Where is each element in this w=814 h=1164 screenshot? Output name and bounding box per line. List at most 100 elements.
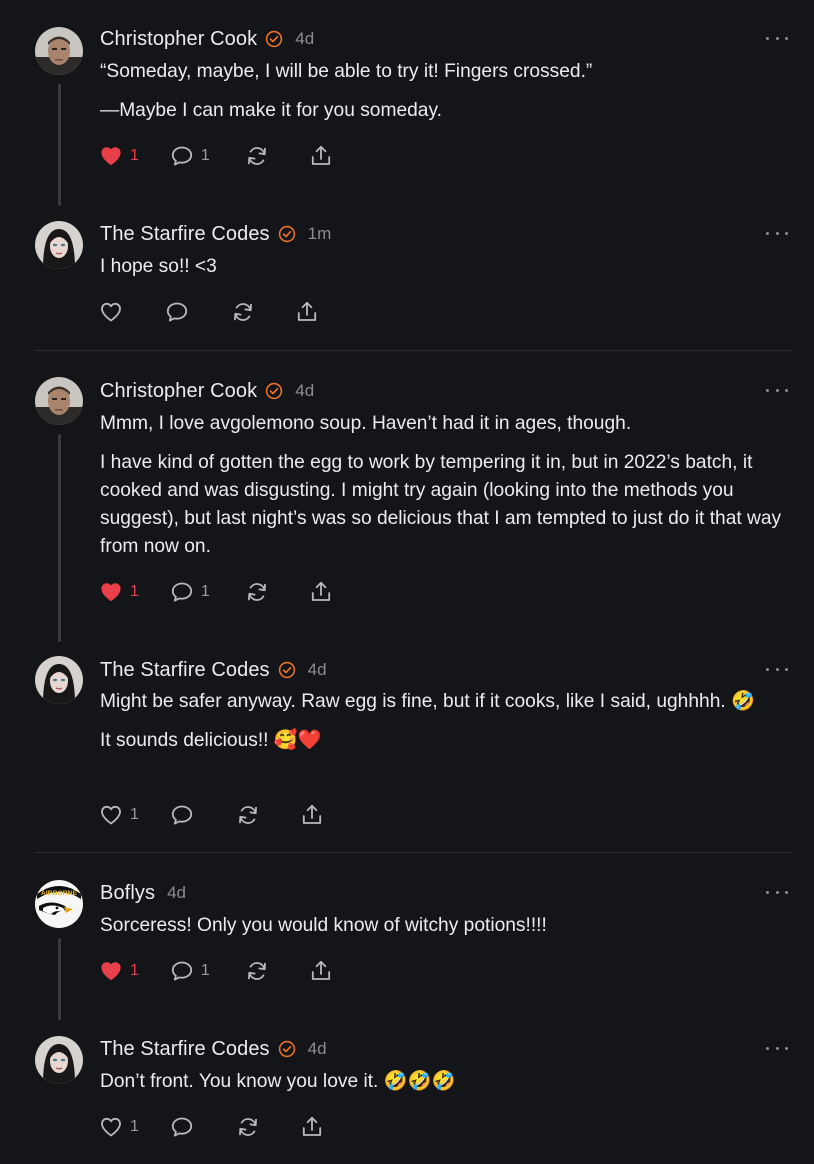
like-button[interactable]: 1: [98, 801, 139, 829]
restack-button[interactable]: [244, 957, 270, 985]
reply-button[interactable]: [169, 1113, 195, 1141]
comment-body: “Someday, maybe, I will be able to try i…: [100, 58, 790, 136]
author-name[interactable]: Christopher Cook: [100, 28, 257, 51]
more-options-icon[interactable]: [766, 663, 788, 675]
heart-filled-icon: [98, 143, 124, 169]
comment-header: The Starfire Codes 4d: [100, 658, 327, 682]
restack-icon: [235, 1114, 261, 1140]
reply-button[interactable]: 1: [169, 957, 210, 985]
reply-count: 1: [200, 147, 210, 164]
verified-badge-icon: [278, 661, 296, 679]
verified-badge-icon: [265, 30, 283, 48]
thread-divider: [35, 852, 793, 853]
author-name[interactable]: The Starfire Codes: [100, 1038, 270, 1061]
more-options-icon[interactable]: [766, 32, 788, 44]
comment-header: Christopher Cook 4d: [100, 27, 314, 51]
reply-button[interactable]: [164, 298, 190, 326]
heart-icon: [98, 299, 124, 325]
comment-paragraph: It sounds delicious!! 🥰❤️: [100, 730, 322, 751]
avatar[interactable]: [35, 221, 83, 269]
like-button[interactable]: 1: [98, 142, 139, 170]
comment-body: Mmm, I love avgolemono soup. Haven’t had…: [100, 410, 790, 572]
author-name[interactable]: The Starfire Codes: [100, 223, 270, 246]
author-name[interactable]: Boflys: [100, 882, 155, 905]
avatar[interactable]: AIRBORNE: [35, 880, 83, 928]
restack-button[interactable]: [230, 298, 256, 326]
like-button[interactable]: [98, 298, 124, 326]
like-count: 1: [130, 583, 139, 600]
comment-bubble-icon: [169, 802, 195, 828]
share-button[interactable]: [299, 1113, 325, 1141]
timestamp[interactable]: 4d: [295, 381, 314, 401]
restack-icon: [244, 958, 270, 984]
thread-divider: [35, 350, 793, 351]
avatar[interactable]: [35, 377, 83, 425]
timestamp[interactable]: 1m: [308, 224, 332, 244]
timestamp[interactable]: 4d: [308, 660, 327, 680]
restack-icon: [244, 579, 270, 605]
comment-bubble-icon: [169, 958, 195, 984]
action-bar: 1: [98, 801, 361, 829]
author-name[interactable]: Christopher Cook: [100, 380, 257, 403]
share-icon: [308, 143, 334, 169]
action-bar: 11: [98, 957, 370, 985]
like-button[interactable]: 1: [98, 957, 139, 985]
timestamp[interactable]: 4d: [167, 883, 186, 903]
thread-line: [58, 434, 61, 642]
reply-count: 1: [200, 962, 210, 979]
restack-button[interactable]: [244, 142, 270, 170]
restack-button[interactable]: [235, 1113, 261, 1141]
share-button[interactable]: [308, 142, 334, 170]
share-icon: [299, 1114, 325, 1140]
comment-bubble-icon: [164, 299, 190, 325]
restack-icon: [230, 299, 256, 325]
comment-header: Boflys 4d: [100, 881, 186, 905]
timestamp[interactable]: 4d: [295, 29, 314, 49]
more-options-icon[interactable]: [766, 227, 788, 239]
more-options-icon[interactable]: [766, 886, 788, 898]
avatar[interactable]: [35, 656, 83, 704]
like-count: 1: [130, 962, 139, 979]
more-options-icon[interactable]: [766, 1042, 788, 1054]
comment-paragraph: Mmm, I love avgolemono soup. Haven’t had…: [100, 413, 632, 434]
more-options-icon[interactable]: [766, 384, 788, 396]
like-count: 1: [130, 806, 139, 823]
share-button[interactable]: [299, 801, 325, 829]
reply-button[interactable]: 1: [169, 578, 210, 606]
timestamp[interactable]: 4d: [308, 1039, 327, 1059]
verified-badge-icon: [278, 225, 296, 243]
like-button[interactable]: 1: [98, 578, 139, 606]
reply-button[interactable]: [169, 801, 195, 829]
avatar[interactable]: [35, 27, 83, 75]
restack-button[interactable]: [244, 578, 270, 606]
comment-bubble-icon: [169, 143, 195, 169]
comment-bubble-icon: [169, 579, 195, 605]
heart-icon: [98, 802, 124, 828]
avatar[interactable]: [35, 1036, 83, 1084]
comment-paragraph: I have kind of gotten the egg to work by…: [100, 452, 782, 557]
comment-header: The Starfire Codes 4d: [100, 1037, 327, 1061]
action-bar: 11: [98, 578, 370, 606]
heart-filled-icon: [98, 579, 124, 605]
share-button[interactable]: [308, 578, 334, 606]
reply-count: 1: [200, 583, 210, 600]
restack-button[interactable]: [235, 801, 261, 829]
reply-button[interactable]: 1: [169, 142, 210, 170]
comment-paragraph: Might be safer anyway. Raw egg is fine, …: [100, 691, 755, 712]
like-count: 1: [130, 147, 139, 164]
share-icon: [308, 579, 334, 605]
comment-paragraph: Sorceress! Only you would know of witchy…: [100, 915, 547, 936]
comment-body: I hope so!! <3: [100, 253, 790, 292]
like-button[interactable]: 1: [98, 1113, 139, 1141]
author-name[interactable]: The Starfire Codes: [100, 659, 270, 682]
comment-header: The Starfire Codes 1m: [100, 222, 331, 246]
heart-icon: [98, 1114, 124, 1140]
share-icon: [299, 802, 325, 828]
comment-paragraph: —Maybe I can make it for you someday.: [100, 100, 442, 121]
share-button[interactable]: [308, 957, 334, 985]
share-button[interactable]: [294, 298, 320, 326]
comment-paragraph: Don’t front. You know you love it. 🤣🤣🤣: [100, 1071, 456, 1092]
like-count: 1: [130, 1118, 139, 1135]
verified-badge-icon: [265, 382, 283, 400]
verified-badge-icon: [278, 1040, 296, 1058]
